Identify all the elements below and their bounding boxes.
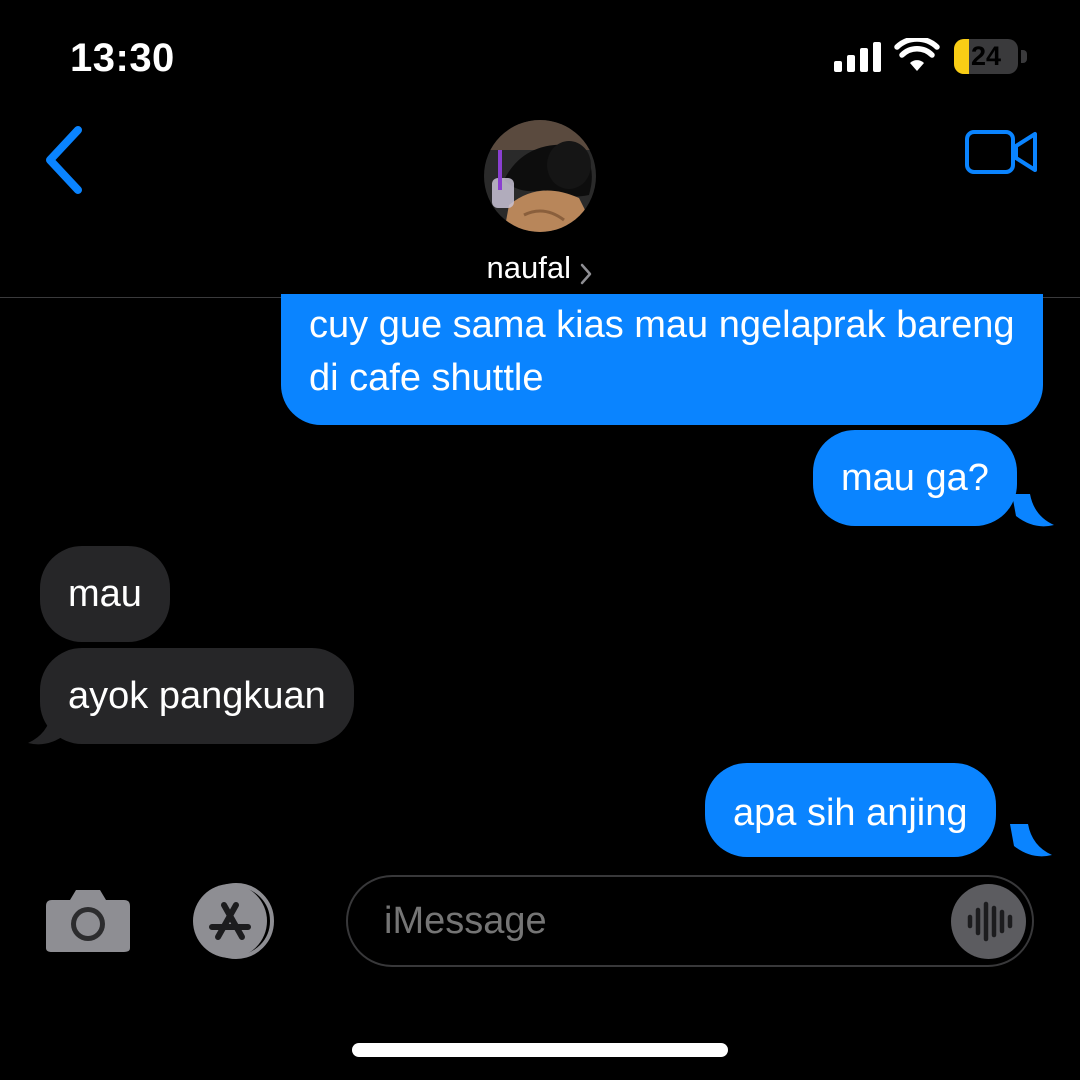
avatar-photo <box>484 120 596 232</box>
battery-indicator: 24 <box>954 39 1018 74</box>
bubble-tail-sent <box>1012 494 1054 527</box>
imessage-input[interactable] <box>346 875 1034 967</box>
contact-name-button[interactable]: naufal <box>0 250 1080 286</box>
back-chevron-icon[interactable] <box>40 124 90 196</box>
bubble-tail-sent <box>1010 824 1052 857</box>
contact-avatar[interactable] <box>484 120 596 232</box>
waveform-icon <box>967 901 1013 942</box>
camera-icon[interactable] <box>44 886 132 954</box>
cellular-signal-icon <box>834 42 881 72</box>
home-indicator[interactable] <box>352 1043 728 1057</box>
battery-level: 24 <box>970 41 1002 71</box>
audio-message-button[interactable] <box>951 884 1026 959</box>
wifi-icon <box>894 38 940 71</box>
messages-screen: 13:30 24 naufal cuy gue sama kias mau ng… <box>0 0 1080 1080</box>
message-bubble-sent[interactable]: mau ga? <box>813 430 1017 526</box>
status-time: 13:30 <box>70 36 175 80</box>
message-bubble-sent[interactable]: apa sih anjing <box>705 763 996 857</box>
contact-name: naufal <box>486 250 571 285</box>
chevron-right-icon <box>581 263 592 285</box>
video-camera-icon[interactable] <box>964 126 1040 178</box>
message-bubble-received[interactable]: ayok pangkuan <box>40 648 354 744</box>
message-bubble-sent[interactable]: cuy gue sama kias mau ngelaprak bareng d… <box>281 294 1043 425</box>
message-bubble-received[interactable]: mau <box>40 546 170 642</box>
bubble-tail-received <box>28 712 70 745</box>
battery-cap <box>1021 50 1027 63</box>
app-store-icon[interactable] <box>188 883 292 959</box>
